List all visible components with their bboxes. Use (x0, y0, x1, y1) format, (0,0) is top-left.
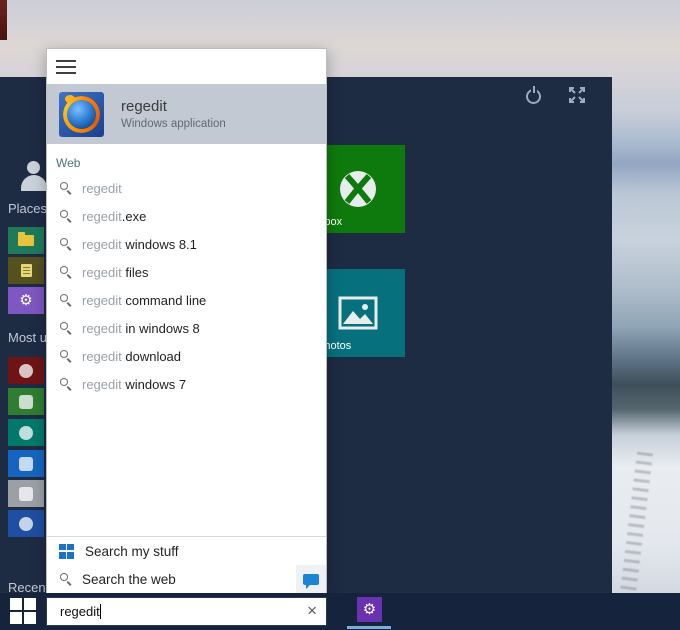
sidebar-item-documents[interactable] (8, 257, 44, 284)
feedback-bubble-icon (303, 573, 319, 589)
search-icon (59, 293, 73, 307)
desktop: Places ⚙ Most used Recently added All ap… (0, 0, 680, 630)
power-button[interactable] (523, 85, 545, 107)
search-icon (59, 181, 73, 195)
app-icon (19, 425, 33, 440)
search-icon (59, 321, 73, 335)
web-suggestion[interactable]: regedit windows 7 (47, 370, 326, 398)
sidebar-item-settings[interactable]: ⚙ (8, 287, 44, 314)
feedback-button[interactable] (296, 565, 326, 593)
search-icon (59, 377, 73, 391)
app-icon (19, 486, 33, 501)
flyout-header (47, 49, 326, 84)
result-title: regedit (121, 98, 167, 115)
expand-icon (569, 87, 585, 103)
sidebar-app-4[interactable] (8, 450, 44, 477)
web-suggestion[interactable]: regedit windows 8.1 (47, 230, 326, 258)
sidebar-app-6[interactable] (8, 510, 44, 537)
document-icon (20, 264, 32, 277)
web-suggestion[interactable]: regedit.exe (47, 202, 326, 230)
user-avatar[interactable] (21, 161, 47, 191)
app-icon (19, 394, 33, 409)
web-section-label: Web (56, 156, 81, 170)
sidebar-app-2[interactable] (8, 388, 44, 415)
web-suggestion[interactable]: regedit (47, 174, 326, 202)
desktop-icon-fragment (0, 0, 7, 40)
taskbar-search-input[interactable]: regedit × (46, 597, 327, 626)
search-icon (59, 237, 73, 251)
start-button[interactable] (10, 598, 36, 624)
search-the-web-button[interactable]: Search the web (47, 565, 326, 593)
search-icon (59, 349, 73, 363)
web-suggestion[interactable]: regedit download (47, 342, 326, 370)
result-subtitle: Windows application (121, 118, 226, 130)
search-flyout: regedit Windows application Web regedit … (46, 48, 327, 593)
top-result-regedit[interactable]: regedit Windows application (47, 84, 326, 144)
web-suggestion[interactable]: regedit in windows 8 (47, 314, 326, 342)
firefox-icon (59, 91, 104, 137)
sidebar-app-5[interactable] (8, 480, 44, 507)
taskbar-settings-app[interactable]: ⚙ (357, 597, 382, 622)
search-icon (59, 209, 73, 223)
sidebar-app-1[interactable] (8, 357, 44, 384)
folder-icon (18, 232, 34, 246)
search-input-value: regedit (60, 604, 100, 619)
close-icon[interactable]: × (307, 601, 317, 621)
app-icon (19, 516, 33, 531)
search-icon (59, 265, 73, 279)
text-caret (99, 604, 101, 619)
web-suggestion[interactable]: regedit files (47, 258, 326, 286)
sidebar-app-3[interactable] (8, 419, 44, 446)
sidebar-section-places: Places (8, 201, 48, 216)
search-icon (59, 572, 73, 586)
expand-start-button[interactable] (566, 84, 588, 106)
web-suggestion[interactable]: regedit command line (47, 286, 326, 314)
taskbar: regedit × ⚙ (0, 593, 680, 630)
hamburger-menu-button[interactable] (56, 59, 76, 74)
windows-logo-icon (59, 543, 74, 559)
app-icon (19, 363, 33, 378)
gear-icon: ⚙ (362, 600, 377, 618)
sidebar-item-file-explorer[interactable] (8, 227, 44, 254)
running-app-indicator (347, 626, 391, 629)
app-icon (19, 456, 33, 471)
search-my-stuff-button[interactable]: Search my stuff (47, 537, 326, 565)
gear-icon: ⚙ (19, 291, 33, 309)
